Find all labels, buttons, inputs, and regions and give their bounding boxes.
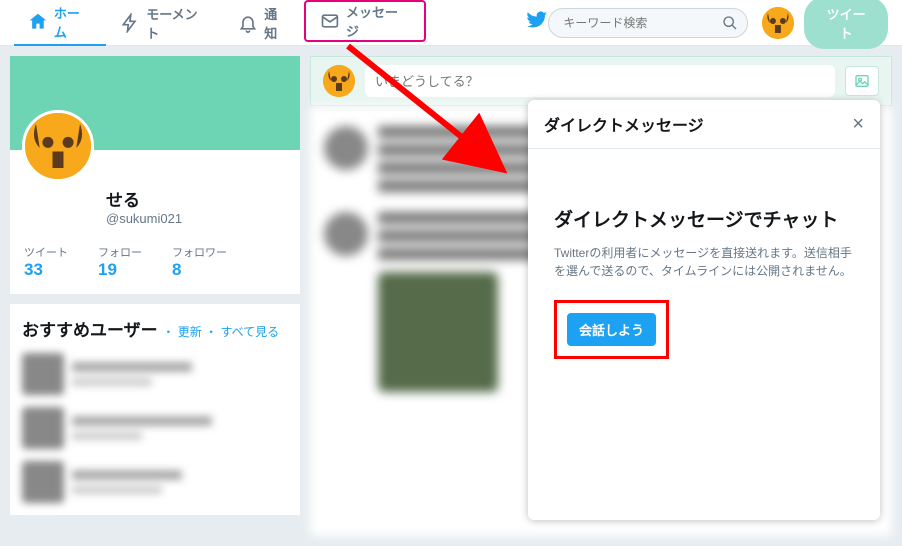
nav-messages-label: メッセージ	[346, 2, 410, 40]
stat-following-label: フォロー	[98, 244, 142, 260]
wtf-refresh[interactable]: 更新	[178, 325, 202, 339]
dm-modal-title: ダイレクトメッセージ	[544, 112, 704, 136]
lightning-icon	[120, 13, 140, 33]
envelope-icon	[320, 11, 340, 31]
dm-start-button[interactable]: 会話しよう	[567, 313, 656, 346]
tweet-button[interactable]: ツイート	[804, 0, 888, 49]
nav-home[interactable]: ホーム	[14, 0, 106, 46]
profile-handle[interactable]: @sukumi021	[106, 211, 286, 226]
image-icon	[853, 73, 871, 89]
list-item	[22, 407, 288, 449]
who-to-follow: おすすめユーザー ・ 更新 ・ すべて見る	[10, 304, 300, 515]
search-input[interactable]	[548, 8, 748, 38]
account-avatar[interactable]	[762, 7, 794, 39]
twitter-logo[interactable]	[526, 9, 548, 36]
nav-moments[interactable]: モーメント	[106, 0, 224, 46]
nav-home-label: ホーム	[54, 3, 92, 41]
top-navbar: ホーム モーメント 通知 メッセージ ツイート	[0, 0, 902, 46]
search-icon	[722, 15, 738, 31]
stat-tweets-value: 33	[24, 260, 68, 280]
stat-following-value: 19	[98, 260, 142, 280]
nav-notifications[interactable]: 通知	[224, 0, 304, 46]
search-box[interactable]	[548, 8, 748, 38]
profile-card: せる @sukumi021 ツイート 33 フォロー 19 フォロワー 8	[10, 56, 300, 294]
list-item	[22, 353, 288, 395]
wtf-title: おすすめユーザー	[22, 321, 158, 340]
stat-followers-value: 8	[172, 260, 227, 280]
dm-cta-highlight: 会話しよう	[554, 300, 669, 359]
dm-empty-desc: Twitterの利用者にメッセージを直接送れます。送信相手を選んで送るので、タイ…	[554, 244, 854, 280]
nav-messages[interactable]: メッセージ	[306, 0, 424, 44]
wtf-view-all[interactable]: すべて見る	[220, 325, 279, 339]
list-item	[22, 461, 288, 503]
compose-avatar	[323, 65, 355, 97]
stat-tweets-label: ツイート	[24, 244, 68, 260]
nav-moments-label: モーメント	[146, 4, 210, 42]
nav-notifications-label: 通知	[264, 4, 290, 42]
nav-messages-highlight: メッセージ	[304, 0, 426, 42]
dm-empty-title: ダイレクトメッセージでチャット	[554, 209, 854, 234]
bell-icon	[238, 13, 258, 33]
profile-name[interactable]: せる	[106, 186, 286, 211]
stat-followers-label: フォロワー	[172, 244, 227, 260]
profile-banner	[10, 56, 300, 150]
stat-following[interactable]: フォロー 19	[98, 244, 142, 280]
dm-close-button[interactable]: ×	[852, 114, 864, 134]
compose-box	[310, 56, 892, 106]
dm-modal: ダイレクトメッセージ × ダイレクトメッセージでチャット Twitterの利用者…	[528, 100, 880, 520]
add-media-button[interactable]	[845, 66, 879, 96]
home-icon	[28, 12, 48, 32]
profile-avatar[interactable]	[22, 110, 94, 182]
stat-followers[interactable]: フォロワー 8	[172, 244, 227, 280]
stat-tweets[interactable]: ツイート 33	[24, 244, 68, 280]
compose-input[interactable]	[365, 65, 835, 97]
